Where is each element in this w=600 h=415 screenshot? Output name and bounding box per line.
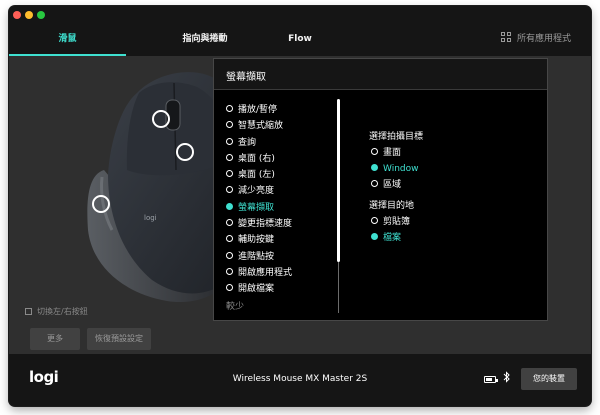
- radio-icon: [226, 251, 233, 259]
- action-panel-title: 螢幕擷取: [226, 72, 266, 83]
- bluetooth-icon[interactable]: [503, 371, 511, 386]
- restore-defaults-button[interactable]: 恢復預設設定: [87, 328, 151, 350]
- action-item[interactable]: 螢幕擷取: [226, 200, 338, 216]
- tab-point-and-scroll[interactable]: 指向與捲動: [152, 24, 258, 56]
- radio-icon: [226, 153, 233, 161]
- options-window: 滑鼠 指向與捲動 Flow 所有應用程式 logi 切換左/右按鈕 更多 恢復預…: [9, 6, 591, 406]
- destination-title: 選擇目的地: [369, 201, 415, 211]
- destination-list: 剪貼簿 檔案: [369, 214, 519, 246]
- action-item[interactable]: 減少亮度: [226, 183, 338, 199]
- swap-buttons-checkbox[interactable]: 切換左/右按鈕: [25, 306, 88, 317]
- action-item-label: 螢幕擷取: [238, 202, 275, 213]
- title-bar: [9, 6, 591, 24]
- radio-icon: [226, 170, 233, 178]
- radio-icon: [226, 137, 233, 145]
- action-list: 播放/暫停智慧式縮放查詢桌面 (右) 桌面 (左) 減少亮度螢幕擷取變更指標速度 輔助…: [226, 102, 338, 298]
- hotspot-thumb-wheel[interactable]: [92, 195, 110, 213]
- radio-icon: [226, 121, 233, 129]
- tab-mouse[interactable]: 滑鼠: [9, 24, 126, 56]
- option-item[interactable]: 檔案: [369, 230, 519, 246]
- action-panel: 螢幕擷取 播放/暫停 智慧式縮放 查詢 桌面 (右) 桌面 (左) 減少亮度 螢幕擷取 變更指…: [213, 58, 548, 321]
- action-item-label: 開啟檔案: [238, 284, 275, 295]
- all-applications-label: 所有應用程式: [516, 34, 571, 44]
- zoom-window-button[interactable]: [37, 11, 45, 19]
- action-item[interactable]: 桌面 (右): [226, 151, 338, 167]
- tab-flow[interactable]: Flow: [271, 24, 329, 56]
- action-item-label: 進階點按: [238, 251, 275, 262]
- bluetooth-glyph: [503, 371, 510, 383]
- action-item[interactable]: 輔助按鍵: [226, 232, 338, 248]
- grid-icon: [500, 32, 511, 42]
- radio-icon: [371, 148, 378, 155]
- footer-bar: logi Wireless Mouse MX Master 2S 您的裝置: [9, 354, 591, 406]
- battery-level-fill: [486, 378, 492, 381]
- option-item-label: 區域: [383, 180, 402, 190]
- radio-icon: [226, 186, 233, 194]
- scroll-thumb[interactable]: [337, 99, 340, 262]
- radio-icon: [226, 105, 233, 112]
- hotspot-gesture-button[interactable]: [176, 143, 194, 161]
- action-panel-header: 螢幕擷取: [214, 59, 547, 90]
- radio-icon: [226, 235, 233, 243]
- action-item-label: 桌面 (右): [238, 153, 275, 164]
- option-item-label: 剪貼簿: [383, 217, 411, 227]
- radio-icon: [226, 219, 233, 227]
- option-item[interactable]: 區域: [369, 177, 519, 193]
- radio-icon: [226, 284, 233, 292]
- action-item-label: 開啟應用程式: [238, 267, 293, 278]
- action-item-label: 輔助按鍵: [238, 235, 275, 246]
- action-item-label: 播放/暫停: [238, 105, 278, 115]
- action-item[interactable]: 開啟應用程式: [226, 265, 338, 281]
- action-item[interactable]: 智慧式縮放: [226, 118, 338, 134]
- all-applications-button[interactable]: 所有應用程式: [500, 24, 571, 56]
- option-item-label: 檔案: [383, 233, 402, 243]
- radio-icon: [226, 267, 233, 275]
- tab-flow-label: Flow: [288, 34, 312, 44]
- action-item[interactable]: 查詢: [226, 135, 338, 151]
- action-item-label: 減少亮度: [238, 186, 275, 197]
- tab-mouse-label: 滑鼠: [58, 34, 77, 44]
- radio-icon: [371, 180, 378, 187]
- action-item-label: 變更指標速度: [238, 219, 293, 230]
- action-item-label: 智慧式縮放: [238, 121, 284, 132]
- option-item[interactable]: 畫面: [369, 145, 519, 161]
- capture-target-list: 畫面 Window 區域: [369, 145, 519, 193]
- action-item-label: 桌面 (左): [238, 170, 275, 181]
- hotspot-middle-button[interactable]: [152, 110, 170, 128]
- action-item[interactable]: 開啟檔案: [226, 281, 338, 297]
- action-item[interactable]: 桌面 (左): [226, 167, 338, 183]
- action-item-label: 查詢: [238, 137, 257, 148]
- swap-buttons-label: 切換左/右按鈕: [37, 307, 88, 316]
- capture-target-title: 選擇拍攝目標: [369, 132, 424, 142]
- option-item-label: 畫面: [383, 148, 402, 158]
- svg-text:logi: logi: [144, 214, 157, 222]
- radio-icon: [371, 164, 378, 171]
- battery-icon[interactable]: [484, 376, 498, 383]
- action-item[interactable]: 變更指標速度: [226, 216, 338, 232]
- action-options: 選擇拍攝目標 畫面 Window 區域 選擇目的地 剪貼簿檔案: [369, 129, 519, 246]
- checkbox-icon: [25, 308, 32, 315]
- option-item[interactable]: Window: [369, 161, 519, 177]
- main-content: logi 切換左/右按鈕 更多 恢復預設設定 螢幕擷取 播放/暫停智慧式縮放查詢…: [9, 56, 591, 354]
- tab-bar: 滑鼠 指向與捲動 Flow 所有應用程式: [9, 24, 591, 56]
- action-item[interactable]: 進階點按: [226, 249, 338, 265]
- radio-icon: [226, 202, 233, 210]
- minimize-window-button[interactable]: [25, 11, 33, 19]
- radio-icon: [371, 217, 378, 224]
- less-link[interactable]: 較少: [226, 299, 244, 312]
- action-item[interactable]: 播放/暫停: [226, 102, 338, 118]
- radio-icon: [371, 233, 378, 240]
- option-item[interactable]: 剪貼簿: [369, 214, 519, 230]
- more-button[interactable]: 更多: [30, 328, 80, 350]
- tab-point-and-scroll-label: 指向與捲動: [182, 34, 228, 44]
- close-window-button[interactable]: [13, 11, 21, 19]
- your-devices-button[interactable]: 您的裝置: [521, 368, 577, 390]
- option-item-label: Window: [383, 164, 419, 174]
